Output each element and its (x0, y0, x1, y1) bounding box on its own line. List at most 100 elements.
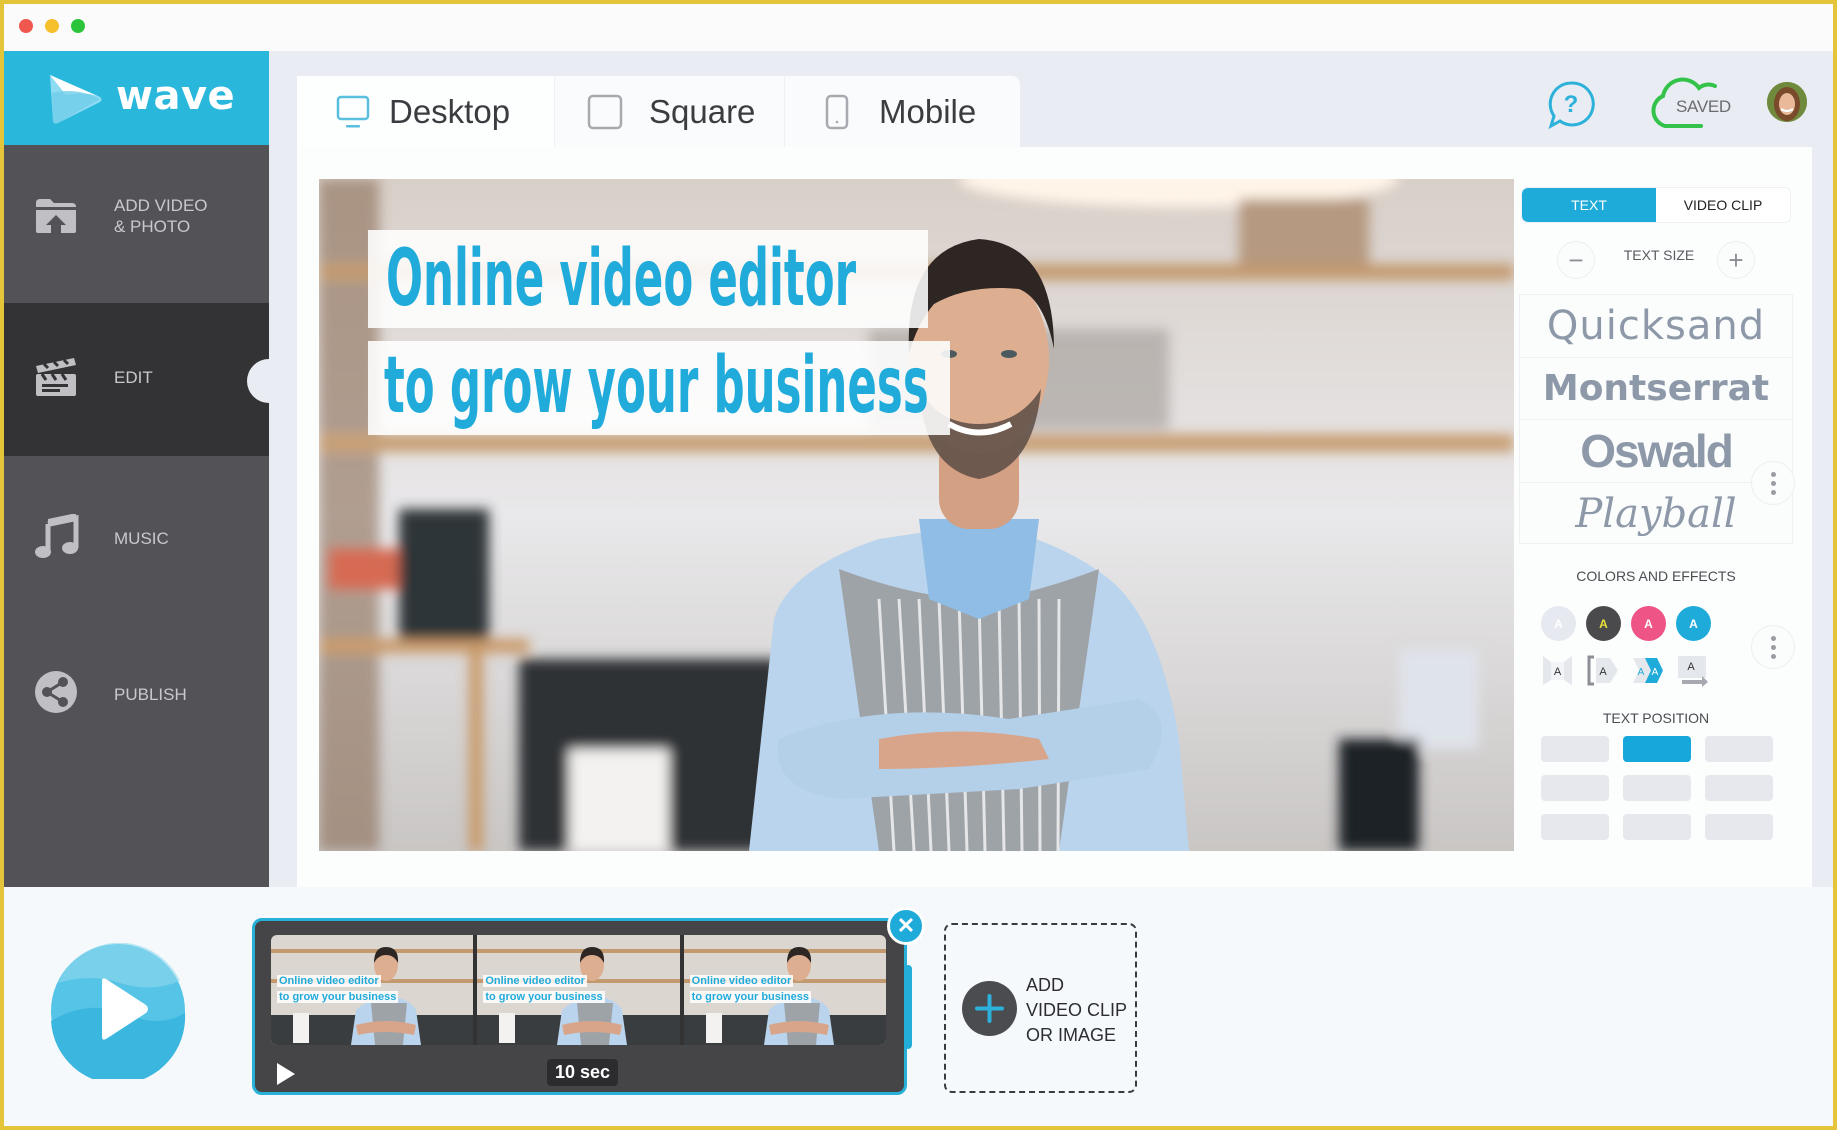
video-clip-card[interactable]: Online video editor to grow your busines… (252, 918, 907, 1095)
thumbnail-image (683, 935, 886, 1045)
text-position-option[interactable] (1541, 736, 1609, 762)
clip-thumbnails: Online video editor to grow your busines… (271, 935, 886, 1045)
sidebar-item-label: PUBLISH (114, 685, 187, 704)
text-position-option[interactable] (1705, 736, 1773, 762)
maximize-window-button[interactable] (71, 19, 85, 33)
dot-icon (1770, 471, 1776, 477)
effect-bracket-arrow-icon[interactable]: A (1586, 654, 1619, 687)
close-window-button[interactable] (19, 19, 33, 33)
color-swatch-dark[interactable]: A (1586, 606, 1621, 641)
sidebar-item-music[interactable]: MUSIC (4, 456, 269, 609)
dot-icon (1770, 489, 1776, 495)
font-option-quicksand[interactable]: Quicksand (1520, 295, 1792, 358)
tab-video-clip[interactable]: VIDEO CLIP (1656, 188, 1790, 222)
preview-title-line-2[interactable]: to grow your business (368, 341, 950, 435)
svg-text:?: ? (1564, 91, 1579, 118)
folder-upload-icon (36, 199, 76, 233)
decrease-text-size-button[interactable]: − (1557, 241, 1595, 279)
svg-text:A: A (1638, 667, 1645, 678)
monitor-icon (336, 95, 370, 128)
phone-icon (825, 94, 849, 130)
preview-title-line-1[interactable]: Online video editor (368, 230, 928, 328)
text-position-option[interactable] (1705, 775, 1773, 801)
tab-text[interactable]: TEXT (1522, 188, 1656, 222)
tab-square[interactable]: Square (555, 76, 785, 148)
dot-icon (1770, 644, 1776, 650)
format-tabs: Desktop Square Mobile (297, 76, 1020, 148)
clip-thumbnail: Online video editor to grow your busines… (271, 935, 474, 1045)
swatch-letter: A (1689, 616, 1698, 631)
sidebar-item-edit[interactable]: EDIT (4, 303, 291, 456)
color-swatch-blue[interactable]: A (1676, 606, 1711, 641)
add-clip-label: ADD VIDEO CLIP OR IMAGE (1026, 973, 1127, 1048)
title-text-1: Online video editor (386, 234, 857, 324)
thumbnail-title-2: to grow your business (483, 991, 605, 1003)
text-position-option[interactable] (1623, 736, 1691, 762)
clapperboard-icon (36, 358, 76, 396)
font-more-button[interactable] (1751, 461, 1795, 505)
thumbnail-image (477, 935, 680, 1045)
sidebar: wave ADD VIDEO & PHOTO EDIT MUSIC PUBLIS… (4, 51, 291, 891)
tab-desktop[interactable]: Desktop (297, 76, 555, 148)
add-clip-button[interactable]: ADD VIDEO CLIP OR IMAGE (944, 923, 1137, 1093)
sidebar-item-label: ADD VIDEO (114, 196, 208, 215)
text-position-option[interactable] (1623, 775, 1691, 801)
colors-effects-label: COLORS AND EFFECTS (1576, 568, 1736, 584)
text-position-option[interactable] (1541, 814, 1609, 840)
svg-text:A: A (1554, 666, 1562, 678)
text-position-option[interactable] (1705, 814, 1773, 840)
svg-text:A: A (1599, 666, 1607, 678)
saved-label: SAVED (1676, 97, 1731, 116)
minimize-window-button[interactable] (45, 19, 59, 33)
dot-icon (1770, 635, 1776, 641)
tab-mobile[interactable]: Mobile (785, 76, 1020, 148)
avatar-image (1767, 82, 1807, 122)
svg-text:A: A (1687, 661, 1695, 673)
increase-text-size-button[interactable]: + (1717, 241, 1755, 279)
text-properties-panel: TEXT VIDEO CLIP − TEXT SIZE + Quicksand … (1519, 179, 1797, 869)
swatch-letter: A (1554, 616, 1563, 631)
swatch-letter: A (1599, 616, 1608, 631)
add-label-1: ADD (1026, 975, 1065, 995)
title-text-2: to grow your business (384, 341, 929, 431)
play-triangle-logo-icon (50, 75, 102, 124)
play-preview-button[interactable] (50, 943, 186, 1079)
effect-chevron-double-icon[interactable]: A A (1631, 654, 1664, 687)
help-button[interactable]: ? (1546, 80, 1596, 135)
clip-play-icon[interactable] (275, 1061, 297, 1087)
effects-more-button[interactable] (1751, 625, 1795, 669)
text-position-option[interactable] (1623, 814, 1691, 840)
color-swatch-light[interactable]: A (1541, 606, 1576, 641)
remove-clip-button[interactable]: ✕ (887, 907, 925, 945)
color-swatch-pink[interactable]: A (1631, 606, 1666, 641)
add-icon-circle (962, 981, 1017, 1036)
font-list: Quicksand Montserrat Oswald Playball (1519, 294, 1793, 544)
thumbnail-image (271, 935, 474, 1045)
tab-label: Mobile (879, 93, 977, 130)
plus-icon (975, 994, 1004, 1023)
app-window: wave ADD VIDEO & PHOTO EDIT MUSIC PUBLIS… (4, 4, 1833, 1126)
thumbnail-title-1: Online video editor (689, 975, 794, 987)
font-option-montserrat[interactable]: Montserrat (1520, 358, 1792, 420)
title-bar (4, 4, 1833, 51)
font-option-oswald[interactable]: Oswald (1520, 420, 1792, 483)
svg-text:A: A (1652, 667, 1659, 678)
brand-logo[interactable]: wave (4, 51, 269, 145)
brand-name: wave (116, 73, 236, 119)
sidebar-item-add-video-photo[interactable]: ADD VIDEO & PHOTO (4, 145, 269, 298)
text-position-option[interactable] (1541, 775, 1609, 801)
add-label-3: OR IMAGE (1026, 1025, 1117, 1045)
user-avatar[interactable] (1767, 82, 1807, 122)
font-option-playball[interactable]: Playball (1520, 483, 1792, 546)
effect-fold-icon[interactable]: A (1541, 654, 1574, 687)
clip-thumbnail: Online video editor to grow your busines… (683, 935, 886, 1045)
dot-icon (1770, 653, 1776, 659)
effect-slide-arrow-icon[interactable]: A (1676, 654, 1709, 687)
video-preview[interactable]: Online video editor to grow your busines… (319, 179, 1514, 851)
sidebar-item-publish[interactable]: PUBLISH (4, 609, 269, 762)
clip-trim-handle[interactable] (904, 965, 912, 1049)
sidebar-item-label: MUSIC (114, 529, 169, 548)
clip-thumbnail: Online video editor to grow your busines… (477, 935, 680, 1045)
panel-tabs: TEXT VIDEO CLIP (1521, 187, 1791, 223)
sidebar-item-label: EDIT (114, 368, 153, 387)
